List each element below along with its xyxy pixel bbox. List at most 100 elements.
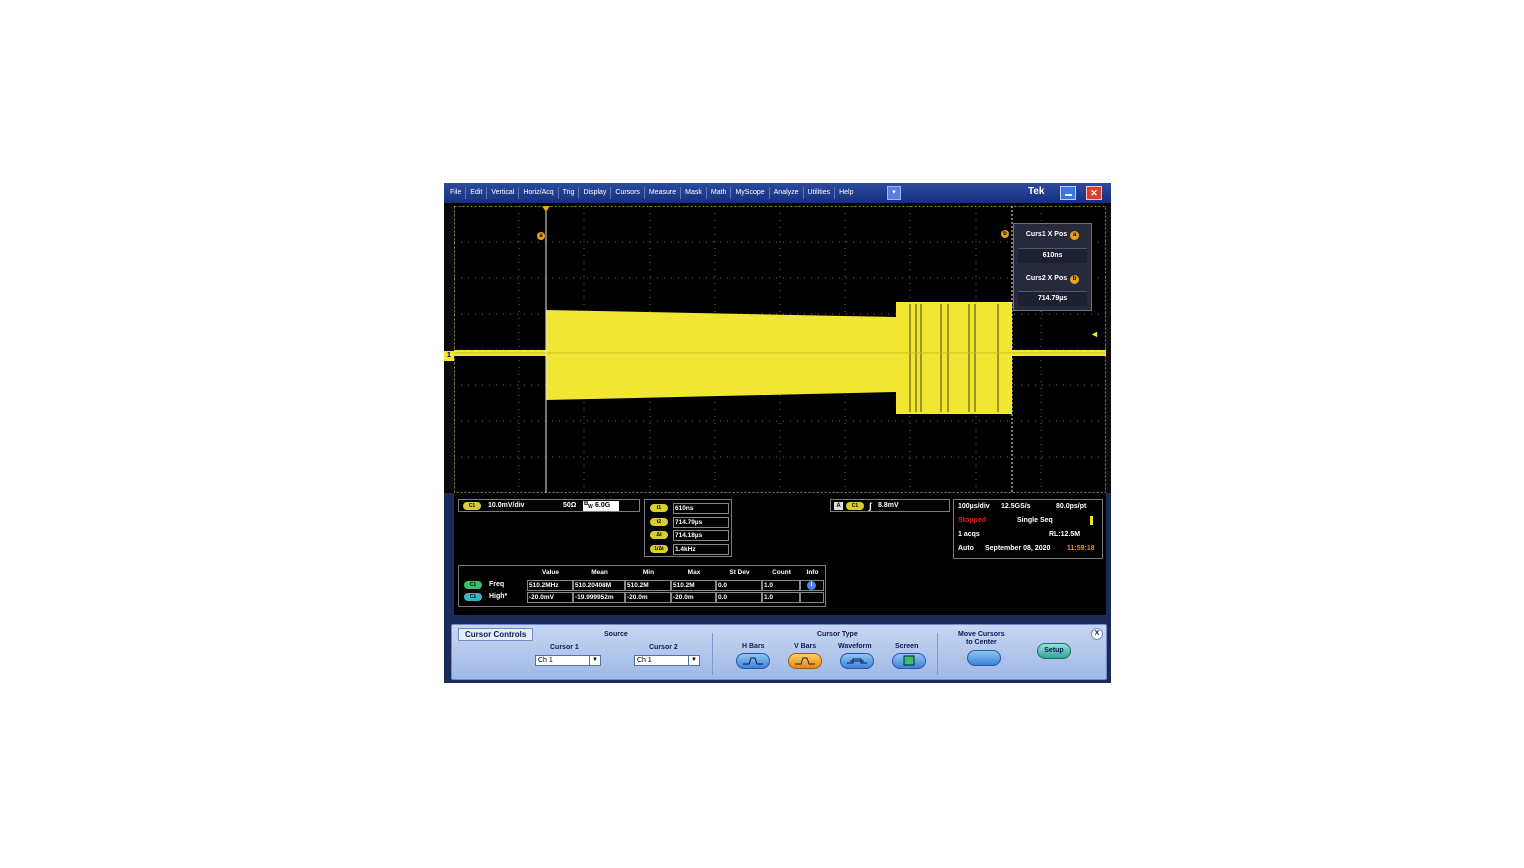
cursor-values-panel[interactable]: t1 610ns t2 714.79µs Δt 714.18µs 1/Δt 1.…	[644, 499, 732, 557]
curs1-label: Curs1 X Pos	[1025, 231, 1068, 238]
vbars-label: V Bars	[794, 643, 817, 650]
cursor-a-badge[interactable]: a	[537, 232, 545, 240]
meas-row1-mean: 510.20408M	[573, 580, 625, 591]
menu-trig[interactable]: Trig	[559, 187, 580, 199]
meas-row1-count: 1.0	[762, 580, 800, 591]
menu-vertical[interactable]: Vertical	[487, 187, 520, 199]
divider-2	[937, 633, 938, 675]
waveform-display[interactable]	[454, 206, 1106, 493]
menu-cursors[interactable]: Cursors	[611, 187, 645, 199]
setup-button[interactable]: Setup	[1037, 643, 1071, 659]
t1-badge: t1	[650, 504, 668, 512]
col-header-count: Count	[772, 569, 791, 576]
acquisition-panel[interactable]: 100µs/div 12.5GS/s 80.0ps/pt Stopped Sin…	[953, 499, 1103, 559]
info-icon[interactable]: i	[807, 581, 816, 590]
screen-label: Screen	[895, 643, 919, 650]
col-header-max: Max	[687, 569, 701, 576]
cursor1-dropdown-icon[interactable]: ▼	[589, 656, 600, 665]
meas-row2-value: -20.0mV	[527, 592, 573, 603]
cursor1-label: Cursor 1	[550, 644, 579, 651]
meas-row2-name: High*	[489, 593, 508, 600]
cursor1-source-select[interactable]: Ch 1 ▼	[535, 655, 601, 666]
measurements-panel[interactable]: Value Mean Min Max St Dev Count Info C1 …	[458, 565, 826, 607]
waveform-icon	[847, 658, 867, 664]
menu-bar: File Edit Vertical Horiz/Acq Trig Displa…	[444, 183, 1111, 203]
t1-value: 610ns	[673, 503, 729, 514]
menu-utilities[interactable]: Utilities	[804, 187, 836, 199]
acq-mode: Single Seq	[1017, 517, 1053, 524]
trigger-channel-badge: C1	[846, 502, 864, 510]
waveform-label: Waveform	[838, 643, 872, 650]
move-cursors-to-center-button[interactable]	[967, 650, 1001, 666]
meas-row2-max: -20.0m	[671, 592, 716, 603]
meas-row2-badge: C1	[464, 593, 482, 601]
menu-analyze[interactable]: Analyze	[770, 187, 804, 199]
cursor-readout-box: Curs1 X Pos a 610ns Curs2 X Pos b 714.79µs	[1013, 223, 1092, 311]
screen-icon	[903, 655, 915, 666]
menu-edit[interactable]: Edit	[466, 187, 488, 199]
burst-envelope-main	[546, 310, 896, 400]
menu-measure[interactable]: Measure	[645, 187, 682, 199]
waveform-button[interactable]	[840, 653, 874, 669]
meas-row2-stdev: 0.0	[716, 592, 762, 603]
cursor-controls-title: Cursor Controls	[458, 628, 534, 641]
cursor1-source-value: Ch 1	[538, 657, 553, 664]
close-controls-button[interactable]: X	[1091, 628, 1103, 640]
menu-horiz-acq[interactable]: Horiz/Acq	[519, 187, 559, 199]
meas-row2-mean: -19.999952m	[573, 592, 625, 603]
minimize-icon	[1065, 194, 1072, 196]
bandwidth-value: 6.0G	[595, 502, 611, 509]
meas-row1-value: 510.2MHz	[527, 580, 573, 591]
channel-impedance: 50Ω	[563, 502, 577, 509]
burst-envelope-second	[896, 302, 1012, 414]
channel-1-marker[interactable]: 1	[444, 351, 454, 361]
oscilloscope-window: File Edit Vertical Horiz/Acq Trig Displa…	[444, 183, 1111, 683]
vbars-button[interactable]	[788, 653, 822, 669]
acq-time: 11:59:18	[1067, 545, 1095, 552]
move-cursors-label-1: Move Cursors	[958, 631, 1005, 638]
menu-math[interactable]: Math	[707, 187, 732, 199]
trigger-a-badge: A	[834, 502, 843, 510]
hbars-button[interactable]	[736, 653, 770, 669]
trigger-panel[interactable]: A C1 ∫ 8.8mV	[830, 499, 950, 512]
trigger-status-icon	[1090, 516, 1093, 525]
menu-help[interactable]: Help	[835, 187, 857, 199]
col-header-info: Info	[806, 569, 819, 576]
menu-display[interactable]: Display	[579, 187, 612, 199]
menu-dropdown-button[interactable]: ▾	[887, 186, 901, 200]
inverse-delta-t-value: 1.4kHz	[673, 544, 729, 555]
t2-badge: t2	[650, 518, 668, 526]
inverse-delta-t-badge: 1/Δt	[650, 545, 668, 553]
menu-list: File Edit Vertical Horiz/Acq Trig Displa…	[446, 183, 858, 203]
screen-button[interactable]	[892, 653, 926, 669]
curs1-label-row: Curs1 X Pos a	[1014, 231, 1091, 240]
meas-row1-badge: C1	[464, 581, 482, 589]
channel-scale: 10.0mV/div	[488, 502, 525, 509]
col-header-mean: Mean	[591, 569, 608, 576]
cursor-b-badge[interactable]: b	[1001, 230, 1009, 238]
delta-t-value: 714.18µs	[673, 530, 729, 541]
channel-settings-panel[interactable]: C1 10.0mV/div 50Ω B W 6.0G	[458, 499, 640, 512]
menu-mask[interactable]: Mask	[681, 187, 707, 199]
vbars-icon	[795, 657, 815, 665]
timebase: 100µs/div	[958, 503, 990, 510]
meas-row2-min: -20.0m	[625, 592, 671, 603]
menu-myscope[interactable]: MyScope	[731, 187, 770, 199]
channel-badge: C1	[463, 502, 481, 510]
acq-state: Stopped	[958, 517, 986, 524]
minimize-button[interactable]	[1060, 186, 1076, 200]
readout-area: C1 10.0mV/div 50Ω B W 6.0G t1 610ns t2 7…	[454, 493, 1106, 615]
col-header-value: Value	[542, 569, 559, 576]
col-header-min: Min	[642, 569, 655, 576]
meas-row1-info[interactable]: i	[800, 580, 824, 591]
trigger-position-marker	[542, 206, 550, 212]
menu-file[interactable]: File	[446, 187, 467, 199]
cursor2-source-select[interactable]: Ch 1 ▼	[634, 655, 700, 666]
close-window-button[interactable]: ✕	[1086, 186, 1102, 200]
trigger-level-arrow: ◄	[1090, 329, 1099, 339]
cursor-a-icon: a	[1070, 231, 1080, 240]
hbars-label: H Bars	[742, 643, 765, 650]
record-length: RL:12.5M	[1049, 531, 1081, 538]
acq-count: 1 acqs	[958, 531, 980, 538]
cursor2-dropdown-icon[interactable]: ▼	[688, 656, 699, 665]
